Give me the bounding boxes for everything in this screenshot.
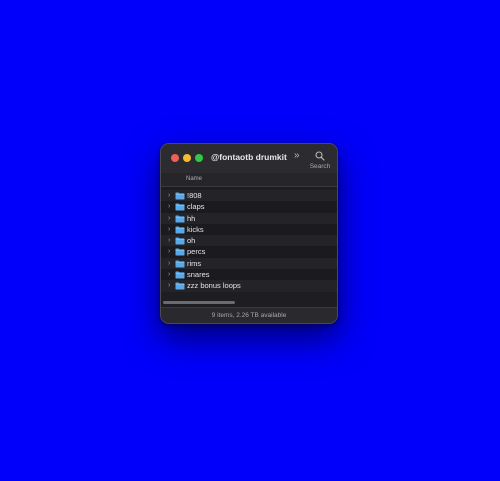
zoom-button[interactable]: [195, 154, 203, 162]
search-button[interactable]: Search: [306, 149, 334, 171]
disclosure-chevron-icon[interactable]: ›: [168, 225, 170, 234]
list-item[interactable]: › kicks: [161, 223, 337, 236]
list-item-label: zzz bonus loops: [187, 281, 241, 291]
list-item-label: oh: [187, 236, 196, 246]
disclosure-chevron-icon[interactable]: ›: [168, 236, 170, 245]
list-item-label: claps: [187, 202, 205, 212]
search-icon: [315, 151, 325, 161]
list-item[interactable]: › claps: [161, 201, 337, 213]
folder-icon: [175, 248, 185, 256]
disclosure-chevron-icon[interactable]: ›: [168, 259, 170, 268]
toolbar-overflow-icon[interactable]: »: [294, 150, 299, 161]
disclosure-chevron-icon[interactable]: ›: [168, 202, 170, 211]
file-list: › !808 › claps › hh › kicks › oh › percs: [161, 190, 337, 292]
list-item-label: !808: [187, 191, 202, 200]
status-text: 9 items, 2.26 TB available: [211, 312, 287, 319]
folder-icon: [175, 282, 185, 290]
disclosure-chevron-icon[interactable]: ›: [168, 281, 170, 290]
folder-icon: [175, 226, 185, 234]
list-item-label: rims: [187, 258, 202, 268]
minimize-button[interactable]: [183, 154, 191, 162]
disclosure-chevron-icon[interactable]: ›: [168, 191, 170, 200]
search-label: Search: [309, 163, 331, 170]
disclosure-chevron-icon[interactable]: ›: [168, 214, 170, 223]
list-item[interactable]: › oh: [161, 235, 337, 247]
status-bar: 9 items, 2.26 TB available: [161, 307, 337, 323]
list-item[interactable]: › percs: [161, 246, 337, 258]
list-item-label: hh: [187, 213, 196, 223]
column-header[interactable]: Name: [161, 173, 337, 187]
list-item[interactable]: › snares: [161, 269, 337, 281]
folder-icon: [175, 215, 185, 223]
finder-window: @fontaotb drumkit » Search Name › !808 ›…: [160, 143, 338, 324]
list-item-label: percs: [187, 247, 206, 257]
folder-icon: [175, 271, 185, 279]
title-bar[interactable]: @fontaotb drumkit » Search: [161, 144, 337, 173]
list-item[interactable]: › !808: [161, 190, 337, 202]
column-header-name[interactable]: Name: [186, 176, 202, 182]
folder-icon: [175, 192, 185, 200]
list-item[interactable]: › zzz bonus loops: [161, 280, 337, 292]
list-item[interactable]: › rims: [161, 257, 337, 270]
horizontal-scrollbar[interactable]: [163, 301, 235, 304]
window-title: @fontaotb drumkit: [211, 152, 287, 162]
close-button[interactable]: [171, 154, 179, 162]
list-item-label: snares: [187, 270, 210, 280]
folder-icon: [175, 203, 185, 211]
disclosure-chevron-icon[interactable]: ›: [168, 270, 170, 279]
disclosure-chevron-icon[interactable]: ›: [168, 247, 170, 256]
list-item-label: kicks: [187, 224, 204, 234]
folder-icon: [175, 260, 185, 268]
folder-icon: [175, 237, 185, 245]
list-item[interactable]: › hh: [161, 212, 337, 224]
